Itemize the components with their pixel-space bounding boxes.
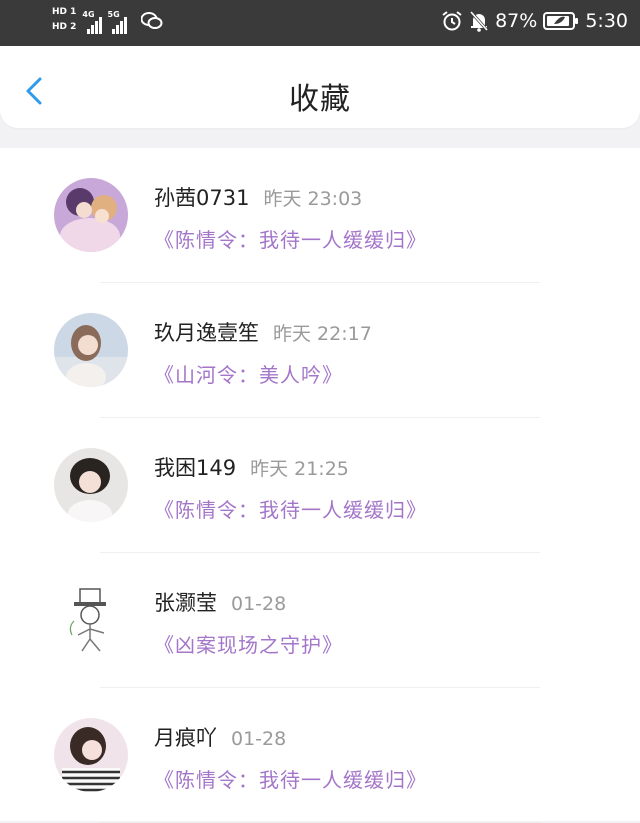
signal-2: 5G bbox=[108, 10, 127, 34]
avatar[interactable] bbox=[54, 448, 128, 522]
user-name[interactable]: 孙茜0731 bbox=[154, 182, 249, 212]
favorites-list: 孙茜0731 昨天 23:03 《陈情令：我待一人缓缓归》 玖月逸壹笙 昨天 2… bbox=[0, 148, 640, 823]
avatar[interactable] bbox=[54, 583, 128, 657]
timestamp: 01-28 bbox=[231, 593, 287, 615]
hd2-badge: HD 2 bbox=[52, 22, 77, 32]
timestamp: 昨天 23:03 bbox=[263, 188, 363, 210]
work-title-link[interactable]: 《凶案现场之守护》 bbox=[154, 629, 343, 658]
signal-bars-1-icon bbox=[86, 16, 102, 34]
user-name[interactable]: 玖月逸壹笙 bbox=[154, 317, 259, 347]
work-title-link[interactable]: 《山河令：美人吟》 bbox=[154, 359, 343, 388]
list-item[interactable]: 我困149 昨天 21:25 《陈情令：我待一人缓缓归》 bbox=[0, 418, 640, 553]
avatar[interactable] bbox=[54, 313, 128, 387]
list-item[interactable]: 玖月逸壹笙 昨天 22:17 《山河令：美人吟》 bbox=[0, 283, 640, 418]
signal-1: 4G bbox=[82, 10, 102, 34]
wechat-icon bbox=[140, 12, 163, 29]
mute-bell-icon bbox=[469, 11, 489, 32]
status-bar: HD 1 HD 2 4G 5G 87% 5:30 bbox=[0, 0, 640, 46]
clock: 5:30 bbox=[585, 10, 628, 32]
alarm-icon bbox=[442, 11, 462, 31]
list-item[interactable]: 张灏莹 01-28 《凶案现场之守护》 bbox=[0, 553, 640, 688]
user-name[interactable]: 张灏莹 bbox=[154, 587, 217, 617]
header: 收藏 bbox=[0, 46, 640, 128]
avatar[interactable] bbox=[54, 718, 128, 792]
list-item[interactable]: 孙茜0731 昨天 23:03 《陈情令：我待一人缓缓归》 bbox=[0, 148, 640, 283]
timestamp: 昨天 22:17 bbox=[273, 323, 372, 345]
timestamp: 昨天 21:25 bbox=[250, 458, 349, 480]
work-title-link[interactable]: 《陈情令：我待一人缓缓归》 bbox=[154, 764, 427, 793]
avatar[interactable] bbox=[54, 178, 128, 252]
battery-icon bbox=[543, 12, 579, 30]
hd1-badge: HD 1 bbox=[52, 7, 77, 17]
work-title-link[interactable]: 《陈情令：我待一人缓缓归》 bbox=[154, 494, 427, 523]
user-name[interactable]: 我困149 bbox=[154, 452, 236, 482]
user-name[interactable]: 月痕吖 bbox=[154, 722, 217, 752]
signal-bars-2-icon bbox=[111, 16, 127, 34]
work-title-link[interactable]: 《陈情令：我待一人缓缓归》 bbox=[154, 224, 427, 253]
list-item[interactable]: 月痕吖 01-28 《陈情令：我待一人缓缓归》 bbox=[0, 688, 640, 823]
page-title: 收藏 bbox=[289, 82, 351, 117]
timestamp: 01-28 bbox=[231, 728, 287, 750]
battery-percent: 87% bbox=[495, 10, 538, 32]
